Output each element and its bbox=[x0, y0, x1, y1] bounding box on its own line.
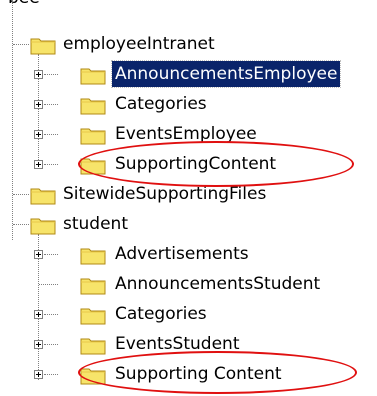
tree-connector bbox=[44, 134, 58, 135]
plus-expander-icon[interactable] bbox=[34, 310, 43, 319]
tree-connector bbox=[13, 194, 29, 195]
folder-icon bbox=[80, 68, 106, 85]
tree-node-categories-student[interactable]: Categories bbox=[0, 300, 377, 330]
folder-icon bbox=[30, 38, 56, 55]
plus-expander-icon[interactable] bbox=[34, 370, 43, 379]
plus-expander-icon[interactable] bbox=[34, 160, 43, 169]
plus-expander-icon[interactable] bbox=[34, 70, 43, 79]
plus-expander-icon[interactable] bbox=[34, 340, 43, 349]
tree-connector bbox=[13, 224, 29, 225]
folder-icon bbox=[80, 98, 106, 115]
tree-node-label: Categories bbox=[115, 94, 207, 114]
folder-icon bbox=[80, 338, 106, 355]
folder-icon bbox=[30, 218, 56, 235]
tree-node-categories[interactable]: Categories bbox=[0, 90, 377, 120]
tree-node-label: employeeIntranet bbox=[63, 34, 215, 54]
tree-node-employeeintranet[interactable]: employeeIntranet bbox=[0, 30, 377, 60]
folder-icon bbox=[80, 248, 106, 265]
folder-icon bbox=[80, 278, 106, 295]
tree-connector bbox=[44, 344, 58, 345]
tree-connector bbox=[44, 374, 58, 375]
tree-node-announcementsstudent[interactable]: AnnouncementsStudent bbox=[0, 270, 377, 300]
folder-icon bbox=[80, 128, 106, 145]
tree-connector bbox=[44, 314, 58, 315]
plus-expander-icon[interactable] bbox=[34, 250, 43, 259]
tree-connector bbox=[44, 74, 58, 75]
tree-node-label: Advertisements bbox=[115, 244, 249, 264]
tree-node-advertisements[interactable]: Advertisements bbox=[0, 240, 377, 270]
annotation-ellipse bbox=[78, 351, 357, 394]
tree-node-student[interactable]: student bbox=[0, 210, 377, 240]
folder-icon bbox=[80, 308, 106, 325]
tree-node-label: AnnouncementsEmployee bbox=[110, 60, 342, 88]
plus-expander-icon[interactable] bbox=[34, 100, 43, 109]
annotation-ellipse bbox=[78, 141, 354, 187]
tree-connector bbox=[44, 254, 58, 255]
tree-node-label: AnnouncementsStudent bbox=[115, 274, 321, 294]
tree-connector bbox=[39, 284, 58, 285]
folder-tree: bee employeeIntranet AnnouncementsEmploy… bbox=[0, 0, 377, 396]
plus-expander-icon[interactable] bbox=[34, 130, 43, 139]
tree-connector bbox=[44, 164, 58, 165]
tree-node-label: student bbox=[63, 214, 128, 234]
tree-connector bbox=[44, 104, 58, 105]
folder-icon bbox=[30, 188, 56, 205]
tree-node-announcementsemployee[interactable]: AnnouncementsEmployee bbox=[0, 60, 377, 90]
tree-connector bbox=[13, 44, 29, 45]
tree-node-label: Categories bbox=[115, 304, 207, 324]
